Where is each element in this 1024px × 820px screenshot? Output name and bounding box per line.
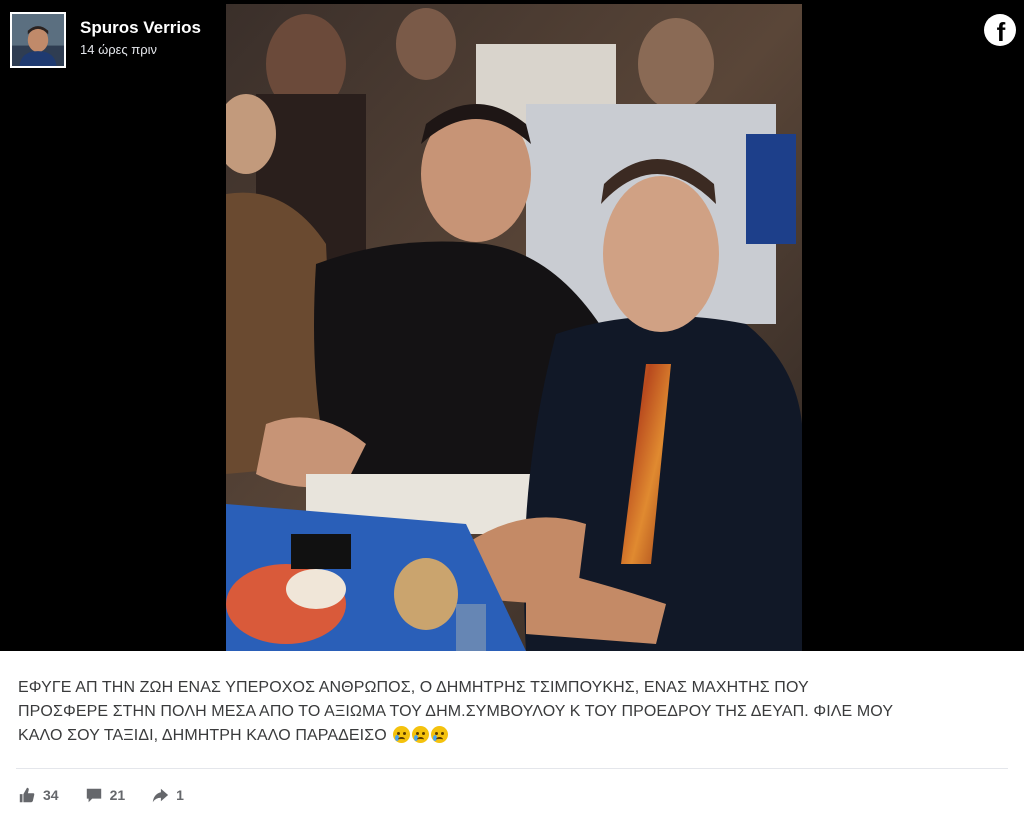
avatar[interactable]: [10, 12, 66, 68]
comment-button[interactable]: 21: [85, 786, 126, 804]
reaction-bar: 34 21 1: [18, 784, 210, 806]
avatar-image: [12, 14, 64, 66]
caption-line-with-emoji: ΚΑΛΟ ΣΟΥ ΤΑΞΙΔΙ, ΔΗΜΗΤΡΗ ΚΑΛΟ ΠΑΡΑΔΕΙΣΟ: [18, 724, 998, 748]
post-media: Spuros Verrios 14 ώρες πριν f: [0, 0, 1024, 651]
like-button[interactable]: 34: [18, 786, 59, 804]
crying-face-icon: [393, 726, 411, 743]
comment-count: 21: [109, 787, 126, 803]
photo-scene: [226, 4, 802, 651]
thumbs-up-icon: [19, 787, 35, 803]
share-button[interactable]: 1: [151, 786, 184, 804]
caption-line: ΕΦΥΓΕ ΑΠ ΤΗΝ ΖΩΗ ΕΝΑΣ ΥΠΕΡΟΧΟΣ ΑΝΘΡΩΠΟΣ,…: [18, 679, 809, 696]
like-count: 34: [43, 787, 59, 803]
crying-face-icon: [412, 726, 430, 743]
post-timestamp[interactable]: 14 ώρες πριν: [80, 40, 201, 60]
comment-icon: [86, 788, 101, 803]
facebook-logo-icon[interactable]: f: [984, 14, 1016, 47]
post-caption: ΕΦΥΓΕ ΑΠ ΤΗΝ ΖΩΗ ΕΝΑΣ ΥΠΕΡΟΧΟΣ ΑΝΘΡΩΠΟΣ,…: [18, 676, 998, 748]
share-icon: [152, 788, 169, 803]
post-header: Spuros Verrios 14 ώρες πριν: [10, 12, 201, 70]
facebook-logo-letter: f: [996, 17, 1006, 47]
divider: [16, 768, 1008, 769]
share-count: 1: [176, 787, 184, 803]
caption-line: ΚΑΛΟ ΣΟΥ ΤΑΞΙΔΙ, ΔΗΜΗΤΡΗ ΚΑΛΟ ΠΑΡΑΔΕΙΣΟ: [18, 727, 387, 744]
author-name[interactable]: Spuros Verrios: [80, 18, 201, 38]
author-block: Spuros Verrios 14 ώρες πριν: [80, 18, 201, 60]
crying-face-icon: [431, 726, 449, 743]
post-photo[interactable]: [226, 4, 802, 651]
caption-line: ΠΡΟΣΦΕΡΕ ΣΤΗΝ ΠΟΛΗ ΜΕΣΑ ΑΠΟ ΤΟ ΑΞΙΩΜΑ ΤΟ…: [18, 703, 894, 720]
